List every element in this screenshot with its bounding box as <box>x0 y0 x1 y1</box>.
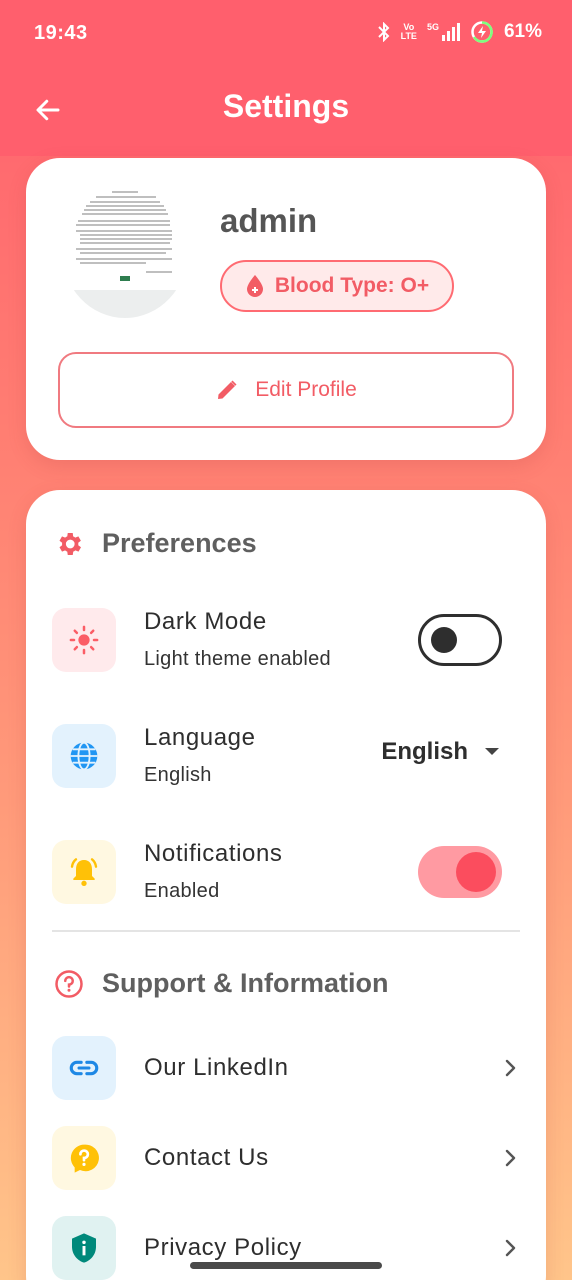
app-bar: Settings <box>0 68 572 156</box>
signal-icon: 5G <box>427 23 460 41</box>
blood-type-badge: Blood Type: O+ <box>220 260 454 312</box>
support-title: Support & Information <box>102 968 389 998</box>
notifications-subtitle: Enabled <box>144 880 220 902</box>
help-icon <box>52 1126 116 1190</box>
toggle-knob <box>431 627 457 653</box>
language-dropdown[interactable]: English <box>381 738 500 766</box>
section-divider <box>52 930 520 932</box>
linkedin-row[interactable]: Our LinkedIn <box>52 1036 522 1102</box>
dark-mode-toggle[interactable] <box>418 614 502 666</box>
sun-icon <box>52 608 116 672</box>
language-subtitle: English <box>144 764 212 786</box>
language-selected: English <box>381 738 468 765</box>
dark-mode-row: Dark Mode Light theme enabled <box>52 608 522 674</box>
network-type: 5G <box>426 22 439 32</box>
contact-us-row[interactable]: Contact Us <box>52 1126 522 1192</box>
username: admin <box>220 202 318 239</box>
globe-icon <box>52 724 116 788</box>
language-row: Language English English <box>52 724 522 790</box>
linkedin-title: Our LinkedIn <box>144 1054 289 1081</box>
blood-drop-icon <box>246 275 263 297</box>
chevron-right-icon <box>505 1059 516 1077</box>
battery-charging-icon <box>471 21 493 43</box>
language-title: Language <box>144 724 256 751</box>
dark-mode-subtitle: Light theme enabled <box>144 648 331 670</box>
notifications-row: Notifications Enabled <box>52 840 522 906</box>
page-title: Settings <box>222 88 350 124</box>
edit-profile-button[interactable]: Edit Profile <box>58 352 514 428</box>
gear-icon <box>59 532 81 555</box>
link-icon <box>52 1036 116 1100</box>
battery-percent: 61% <box>503 21 542 42</box>
preferences-title: Preferences <box>102 528 257 558</box>
profile-card: admin Blood Type: O+ Edit Profile <box>26 158 546 460</box>
toggle-knob <box>456 852 496 892</box>
privacy-policy-title: Privacy Policy <box>144 1234 302 1261</box>
shield-icon <box>52 1216 116 1280</box>
blood-type-label: Blood Type: O+ <box>274 274 430 297</box>
volte-icon: Vo LTE <box>401 23 417 41</box>
avatar-document-image <box>66 188 184 288</box>
home-indicator[interactable] <box>190 1262 382 1269</box>
notifications-title: Notifications <box>144 840 283 867</box>
status-bar: 19:43 Vo LTE 5G 61% <box>0 0 572 68</box>
avatar-footer <box>62 290 188 318</box>
bluetooth-icon <box>377 22 390 42</box>
edit-profile-label: Edit Profile <box>255 378 357 401</box>
volte-bottom: LTE <box>400 31 417 41</box>
preferences-header: Preferences <box>54 528 257 559</box>
chevron-right-icon <box>505 1149 516 1167</box>
dropdown-arrow-icon <box>485 748 499 755</box>
pencil-icon <box>218 380 237 399</box>
bell-icon <box>52 840 116 904</box>
settings-card: Preferences Dark Mode Light theme enable… <box>26 490 546 1280</box>
contact-us-title: Contact Us <box>144 1144 269 1171</box>
status-icons: Vo LTE 5G 61% <box>377 20 542 44</box>
status-time: 19:43 <box>34 22 88 44</box>
notifications-toggle[interactable] <box>418 846 502 898</box>
avatar[interactable] <box>62 184 188 318</box>
privacy-policy-row[interactable]: Privacy Policy <box>52 1216 522 1280</box>
chevron-right-icon <box>505 1239 516 1257</box>
support-header: Support & Information <box>54 968 388 999</box>
help-circle-icon <box>55 969 83 998</box>
dark-mode-title: Dark Mode <box>144 608 267 635</box>
